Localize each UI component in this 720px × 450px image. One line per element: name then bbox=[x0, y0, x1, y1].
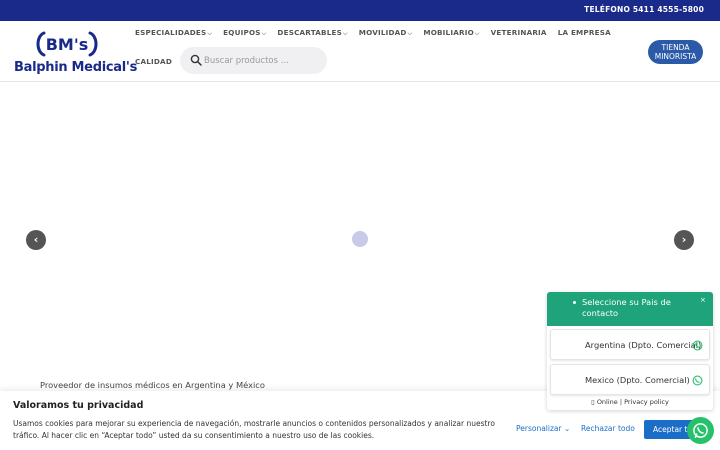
nav-label: DESCARTABLES bbox=[277, 28, 342, 37]
slider-prev-button[interactable]: ‹ bbox=[26, 230, 46, 250]
phone-number[interactable]: TELÉFONO 5411 4555-5800 bbox=[584, 5, 704, 14]
search-input[interactable] bbox=[204, 53, 319, 68]
site-tagline: Proveedor de insumos médicos en Argentin… bbox=[40, 380, 265, 390]
slider-loading-dot bbox=[352, 231, 368, 247]
whatsapp-icon bbox=[693, 423, 708, 438]
whatsapp-option-label: Mexico (Dpto. Comercial) bbox=[585, 375, 690, 385]
chevron-down-icon: ⌄ bbox=[561, 424, 571, 433]
chevron-down-icon: ⌵ bbox=[207, 30, 213, 37]
whatsapp-panel-footer: ▯ Online | Privacy policy bbox=[547, 398, 713, 406]
nav-la-empresa[interactable]: LA EMPRESA bbox=[558, 28, 611, 42]
chevron-down-icon: ⌵ bbox=[261, 30, 267, 37]
nav-equipos[interactable]: EQUIPOS⌵ bbox=[223, 28, 266, 42]
nav-calidad[interactable]: CALIDAD bbox=[135, 57, 172, 66]
nav-label: VETERINARIA bbox=[490, 28, 547, 37]
chevron-down-icon: ⌵ bbox=[474, 30, 480, 37]
close-icon[interactable]: × bbox=[700, 296, 706, 304]
customize-label: Personalizar bbox=[516, 424, 562, 433]
logo-text: Balphin Medical's bbox=[14, 60, 138, 75]
whatsapp-icon bbox=[692, 340, 703, 351]
whatsapp-panel-header: Seleccione su Pais de contacto × bbox=[547, 292, 713, 326]
whatsapp-footer-text[interactable]: Online | Privacy policy bbox=[597, 398, 669, 406]
site-logo[interactable]: BM's Balphin Medical's bbox=[14, 30, 137, 76]
nav-label: LA EMPRESA bbox=[557, 28, 611, 37]
whatsapp-float-button[interactable] bbox=[687, 417, 714, 444]
tienda-minorista-button[interactable]: TIENDA MINORISTA bbox=[648, 40, 703, 64]
nav-descartables[interactable]: DESCARTABLES⌵ bbox=[277, 28, 347, 42]
product-search bbox=[180, 47, 327, 74]
nav-mobiliario[interactable]: MOBILIARIO⌵ bbox=[423, 28, 479, 42]
cookie-title: Valoramos tu privacidad bbox=[13, 400, 144, 411]
whatsapp-option-label: Argentina (Dpto. Comercial) bbox=[585, 340, 702, 350]
cookie-text: Usamos cookies para mejorar su experienc… bbox=[13, 419, 495, 440]
nav-movilidad[interactable]: MOVILIDAD⌵ bbox=[359, 28, 413, 42]
top-bar: TELÉFONO 5411 4555-5800 bbox=[0, 0, 720, 21]
whatsapp-panel-title: Seleccione su Pais de contacto bbox=[582, 297, 671, 318]
slider-next-button[interactable]: › bbox=[674, 230, 694, 250]
nav-label: EQUIPOS bbox=[223, 28, 261, 37]
main-nav: ESPECIALIDADES⌵ EQUIPOS⌵ DESCARTABLES⌵ M… bbox=[135, 28, 611, 42]
nav-label: MOVILIDAD bbox=[358, 28, 407, 37]
logo-mark-icon: BM's bbox=[34, 30, 100, 58]
nav-veterinaria[interactable]: VETERINARIA bbox=[491, 28, 547, 42]
customize-cookies-button[interactable]: Personalizar ⌄ bbox=[516, 424, 570, 433]
logo-mark-text: BM's bbox=[46, 35, 89, 54]
search-icon[interactable] bbox=[190, 54, 202, 66]
whatsapp-icon bbox=[692, 375, 703, 386]
chevron-down-icon: ⌵ bbox=[342, 30, 348, 37]
whatsapp-option-mexico[interactable]: Mexico (Dpto. Comercial) bbox=[550, 364, 710, 395]
nav-label: ESPECIALIDADES bbox=[135, 28, 207, 37]
whatsapp-option-argentina[interactable]: Argentina (Dpto. Comercial) bbox=[550, 329, 710, 360]
bullet-icon bbox=[573, 301, 576, 304]
nav-especialidades[interactable]: ESPECIALIDADES⌵ bbox=[135, 28, 212, 42]
nav-label: MOBILIARIO bbox=[423, 28, 474, 37]
whatsapp-contact-panel: Seleccione su Pais de contacto × Argenti… bbox=[547, 292, 713, 410]
tienda-line2: MINORISTA bbox=[654, 51, 697, 61]
chevron-down-icon: ⌵ bbox=[407, 30, 413, 37]
reject-all-button[interactable]: Rechazar todo bbox=[581, 424, 635, 433]
site-header: BM's Balphin Medical's ESPECIALIDADES⌵ E… bbox=[0, 21, 720, 82]
